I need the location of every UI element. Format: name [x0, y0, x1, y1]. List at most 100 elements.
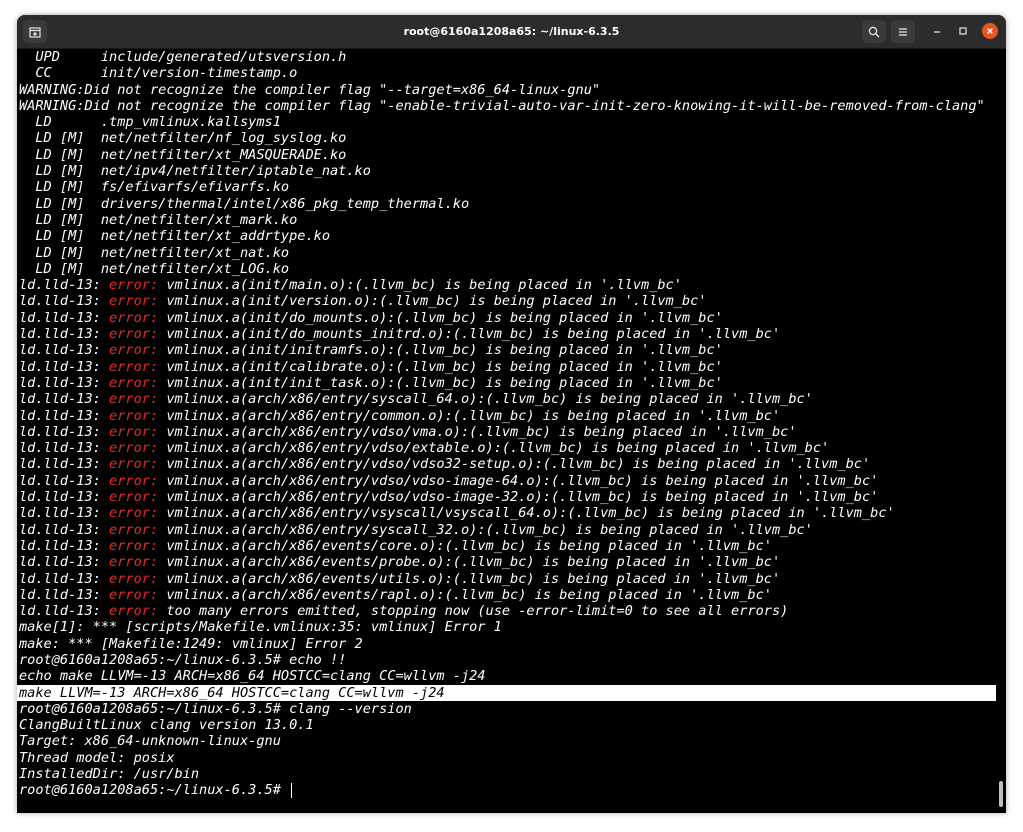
terminal-line: ld.lld-13: error: vmlinux.a(arch/x86/ent… — [19, 522, 1006, 538]
error-label: error: — [109, 391, 159, 408]
minimize-icon — [934, 31, 940, 33]
error-label: error: — [109, 293, 159, 310]
terminal-line: ld.lld-13: error: vmlinux.a(arch/x86/eve… — [19, 538, 1006, 554]
terminal-window: root@6160a1208a65: ~/linux-6.3.5 UPD inc… — [17, 15, 1006, 813]
terminal-line: InstalledDir: /usr/bin — [19, 766, 1006, 782]
line-text: root@6160a1208a65:~/linux-6.3.5# echo !! — [19, 651, 347, 668]
terminal-line: ld.lld-13: error: vmlinux.a(arch/x86/eve… — [19, 571, 1006, 587]
error-label: error: — [109, 277, 159, 294]
line-text: make LLVM=-13 ARCH=x86_64 HOSTCC=clang C… — [19, 684, 445, 701]
line-prefix: ld.lld-13: — [19, 407, 110, 424]
minimize-button[interactable] — [929, 23, 945, 39]
error-label: error: — [109, 342, 159, 359]
line-text: LD [M] fs/efivarfs/efivarfs.ko — [19, 179, 290, 196]
line-text: vmlinux.a(arch/x86/entry/vdso/vdso32-set… — [158, 456, 871, 473]
line-text: root@6160a1208a65:~/linux-6.3.5# clang -… — [19, 700, 412, 717]
terminal-line: Target: x86_64-unknown-linux-gnu — [19, 733, 1006, 749]
terminal-line: ld.lld-13: error: too many errors emitte… — [19, 603, 1006, 619]
error-label: error: — [109, 586, 159, 603]
terminal-line: root@6160a1208a65:~/linux-6.3.5# clang -… — [19, 701, 1006, 717]
terminal-line: LD [M] net/netfilter/xt_LOG.ko — [19, 261, 1006, 277]
terminal-line: LD [M] fs/efivarfs/efivarfs.ko — [19, 179, 1006, 195]
hamburger-menu-icon — [899, 27, 907, 36]
terminal-line: LD [M] net/netfilter/xt_MASQUERADE.ko — [19, 147, 1006, 163]
error-label: error: — [109, 521, 159, 538]
line-text: vmlinux.a(init/initramfs.o):(.llvm_bc) i… — [158, 342, 723, 359]
line-prefix: ld.lld-13: — [19, 374, 110, 391]
terminal-line: ld.lld-13: error: vmlinux.a(arch/x86/ent… — [19, 391, 1006, 407]
terminal-line: ld.lld-13: error: vmlinux.a(arch/x86/ent… — [19, 456, 1006, 472]
terminal-line: ld.lld-13: error: vmlinux.a(arch/x86/eve… — [19, 587, 1006, 603]
line-prefix: ld.lld-13: — [19, 586, 110, 603]
close-button[interactable] — [982, 23, 998, 39]
line-text: LD [M] net/netfilter/xt_mark.ko — [19, 211, 298, 228]
line-text: vmlinux.a(arch/x86/events/rapl.o):(.llvm… — [158, 586, 772, 603]
terminal-line: ld.lld-13: error: vmlinux.a(arch/x86/ent… — [19, 440, 1006, 456]
line-text: WARNING:Did not recognize the compiler f… — [19, 97, 985, 114]
line-prefix: ld.lld-13: — [19, 293, 110, 310]
window-title: root@6160a1208a65: ~/linux-6.3.5 — [403, 25, 620, 38]
menu-button[interactable] — [891, 20, 915, 43]
line-text: make[1]: *** [scripts/Makefile.vmlinux:3… — [19, 619, 502, 636]
line-prefix: ld.lld-13: — [19, 358, 110, 375]
error-label: error: — [109, 423, 159, 440]
scrollbar[interactable] — [999, 781, 1003, 807]
text-cursor — [291, 782, 293, 798]
terminal-line: ld.lld-13: error: vmlinux.a(arch/x86/eve… — [19, 554, 1006, 570]
terminal-line: UPD include/generated/utsversion.h — [19, 49, 1006, 65]
line-text: LD [M] net/netfilter/xt_nat.ko — [19, 244, 290, 261]
terminal-line: Thread model: posix — [19, 750, 1006, 766]
error-label: error: — [109, 309, 159, 326]
line-prefix: ld.lld-13: — [19, 277, 110, 294]
terminal-output[interactable]: UPD include/generated/utsversion.h CC in… — [17, 49, 1006, 813]
line-text: too many errors emitted, stopping now (u… — [158, 603, 789, 620]
line-text: WARNING:Did not recognize the compiler f… — [19, 81, 601, 98]
error-label: error: — [109, 537, 159, 554]
terminal-line: ld.lld-13: error: vmlinux.a(init/init_ta… — [19, 375, 1006, 391]
line-text: Target: x86_64-unknown-linux-gnu — [19, 733, 281, 750]
line-prefix: ld.lld-13: — [19, 309, 110, 326]
line-text: LD [M] net/netfilter/nf_log_syslog.ko — [19, 130, 347, 147]
terminal-line: LD [M] net/netfilter/xt_mark.ko — [19, 212, 1006, 228]
line-prefix: ld.lld-13: — [19, 391, 110, 408]
terminal-line: ld.lld-13: error: vmlinux.a(init/do_moun… — [19, 310, 1006, 326]
terminal-line: LD [M] drivers/thermal/intel/x86_pkg_tem… — [19, 196, 1006, 212]
terminal-line: ld.lld-13: error: vmlinux.a(arch/x86/ent… — [19, 489, 1006, 505]
line-text: CC init/version-timestamp.o — [19, 65, 298, 82]
selected-line: make LLVM=-13 ARCH=x86_64 HOSTCC=clang C… — [17, 684, 996, 701]
line-prefix: ld.lld-13: — [19, 326, 110, 343]
title-bar[interactable]: root@6160a1208a65: ~/linux-6.3.5 — [17, 15, 1006, 49]
line-text: UPD include/generated/utsversion.h — [19, 49, 347, 65]
line-text: root@6160a1208a65:~/linux-6.3.5# — [19, 782, 290, 799]
line-prefix: ld.lld-13: — [19, 489, 110, 506]
terminal-line: CC init/version-timestamp.o — [19, 65, 1006, 81]
line-text: echo make LLVM=-13 ARCH=x86_64 HOSTCC=cl… — [19, 668, 486, 685]
line-text: vmlinux.a(arch/x86/events/core.o):(.llvm… — [158, 537, 772, 554]
terminal-line: make: *** [Makefile:1249: vmlinux] Error… — [19, 636, 1006, 652]
maximize-button[interactable] — [955, 23, 971, 39]
line-text: vmlinux.a(arch/x86/entry/vsyscall/vsysca… — [158, 505, 895, 522]
error-label: error: — [109, 603, 159, 620]
search-button[interactable] — [862, 20, 886, 43]
line-text: vmlinux.a(init/init_task.o):(.llvm_bc) i… — [158, 374, 723, 391]
line-prefix: ld.lld-13: — [19, 505, 110, 522]
line-prefix: ld.lld-13: — [19, 423, 110, 440]
line-prefix: ld.lld-13: — [19, 440, 110, 457]
terminal-line: WARNING:Did not recognize the compiler f… — [19, 82, 1006, 98]
terminal-line: ld.lld-13: error: vmlinux.a(arch/x86/ent… — [19, 424, 1006, 440]
terminal-line: make[1]: *** [scripts/Makefile.vmlinux:3… — [19, 619, 1006, 635]
terminal-line: echo make LLVM=-13 ARCH=x86_64 HOSTCC=cl… — [19, 668, 1006, 684]
error-label: error: — [109, 440, 159, 457]
terminal-line: LD [M] net/netfilter/nf_log_syslog.ko — [19, 130, 1006, 146]
error-label: error: — [109, 505, 159, 522]
error-label: error: — [109, 456, 159, 473]
terminal-line: ld.lld-13: error: vmlinux.a(init/main.o)… — [19, 277, 1006, 293]
terminal-line: ld.lld-13: error: vmlinux.a(arch/x86/ent… — [19, 408, 1006, 424]
terminal-line: LD .tmp_vmlinux.kallsyms1 — [19, 114, 1006, 130]
terminal-line: root@6160a1208a65:~/linux-6.3.5# echo !! — [19, 652, 1006, 668]
line-text: vmlinux.a(init/main.o):(.llvm_bc) is bei… — [158, 277, 682, 294]
terminal-line: ld.lld-13: error: vmlinux.a(init/do_moun… — [19, 326, 1006, 342]
line-text: LD .tmp_vmlinux.kallsyms1 — [19, 114, 281, 131]
line-text: LD [M] net/netfilter/xt_LOG.ko — [19, 260, 290, 277]
error-label: error: — [109, 489, 159, 506]
